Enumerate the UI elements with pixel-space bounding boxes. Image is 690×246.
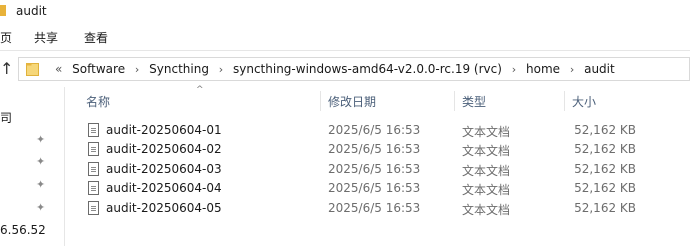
- ribbon-tabs: 页 共享 查看: [0, 22, 690, 50]
- column-divider[interactable]: [564, 91, 565, 111]
- file-date: 2025/6/5 16:53: [328, 123, 421, 137]
- chevron-right-icon[interactable]: ›: [213, 63, 229, 76]
- pin-icon: ✦: [36, 133, 46, 146]
- file-row[interactable]: audit-20250604-04 2025/6/5 16:53 文本文档 52…: [82, 179, 652, 198]
- text-file-icon: [88, 181, 99, 195]
- file-type: 文本文档: [462, 164, 511, 178]
- nav-item-label[interactable]: 6.56.52: [0, 223, 46, 237]
- breadcrumb-item[interactable]: home: [526, 62, 560, 76]
- file-size: 52,162 KB: [574, 123, 636, 137]
- pin-icon: ✦: [36, 178, 46, 191]
- file-date: 2025/6/5 16:53: [328, 201, 421, 215]
- file-date: 2025/6/5 16:53: [328, 142, 421, 156]
- file-list: 名称 ^ 修改日期 类型 大小 audit-20250604-01 2025/6…: [66, 85, 690, 246]
- breadcrumb-item[interactable]: Syncthing: [149, 62, 209, 76]
- text-file-icon: [88, 142, 99, 156]
- file-size: 52,162 KB: [574, 162, 636, 176]
- file-name: audit-20250604-04: [106, 181, 222, 195]
- column-header-name[interactable]: 名称: [86, 93, 110, 110]
- file-row[interactable]: audit-20250604-01 2025/6/5 16:53 文本文档 52…: [82, 121, 652, 140]
- file-type: 文本文档: [462, 203, 511, 217]
- text-file-icon: [88, 201, 99, 215]
- text-file-icon: [88, 123, 99, 137]
- breadcrumb-item[interactable]: syncthing-windows-amd64-v2.0.0-rc.19 (rv…: [233, 62, 502, 76]
- pin-icon: ✦: [36, 155, 46, 168]
- file-name: audit-20250604-01: [106, 123, 222, 137]
- column-divider[interactable]: [320, 91, 321, 111]
- address-bar-row: ↑ « Software › Syncthing › syncthing-win…: [0, 51, 690, 87]
- folder-icon: [0, 5, 6, 16]
- file-type: 文本文档: [462, 144, 511, 158]
- column-header-date[interactable]: 修改日期: [328, 93, 376, 110]
- tab-view[interactable]: 查看: [84, 29, 108, 46]
- file-type: 文本文档: [462, 183, 511, 197]
- window-title: audit: [16, 4, 47, 18]
- file-type: 文本文档: [462, 125, 511, 139]
- file-row[interactable]: audit-20250604-05 2025/6/5 16:53 文本文档 52…: [82, 199, 652, 218]
- column-header-size[interactable]: 大小: [572, 93, 596, 110]
- vertical-scrollbar[interactable]: [677, 87, 690, 246]
- file-size: 52,162 KB: [574, 201, 636, 215]
- up-arrow-icon[interactable]: ↑: [0, 59, 14, 79]
- folder-icon: [26, 63, 39, 76]
- column-header-type[interactable]: 类型: [462, 93, 486, 110]
- breadcrumb-item[interactable]: Software: [72, 62, 125, 76]
- sort-ascending-icon: ^: [196, 85, 204, 95]
- breadcrumb: « Software › Syncthing › syncthing-windo…: [55, 62, 615, 76]
- file-size: 52,162 KB: [574, 181, 636, 195]
- file-name: audit-20250604-05: [106, 201, 222, 215]
- file-size: 52,162 KB: [574, 142, 636, 156]
- file-row[interactable]: audit-20250604-03 2025/6/5 16:53 文本文档 52…: [82, 160, 652, 179]
- pin-icon: ✦: [36, 201, 46, 214]
- title-bar: audit: [0, 0, 690, 22]
- column-divider[interactable]: [454, 91, 455, 111]
- navigation-pane: 司 ✦ ✦ ✦ ✦ 6.56.52: [0, 87, 65, 246]
- address-bar[interactable]: « Software › Syncthing › syncthing-windo…: [18, 57, 690, 81]
- file-name: audit-20250604-02: [106, 142, 222, 156]
- file-name: audit-20250604-03: [106, 162, 222, 176]
- nav-item-label[interactable]: 司: [0, 109, 12, 126]
- text-file-icon: [88, 162, 99, 176]
- file-date: 2025/6/5 16:53: [328, 162, 421, 176]
- breadcrumb-overflow-icon[interactable]: «: [55, 62, 62, 76]
- tab-share[interactable]: 共享: [34, 29, 58, 46]
- tab-page[interactable]: 页: [0, 29, 12, 46]
- chevron-right-icon[interactable]: ›: [506, 63, 522, 76]
- file-date: 2025/6/5 16:53: [328, 181, 421, 195]
- chevron-right-icon[interactable]: ›: [129, 63, 145, 76]
- chevron-right-icon[interactable]: ›: [564, 63, 580, 76]
- breadcrumb-item[interactable]: audit: [584, 62, 615, 76]
- file-row[interactable]: audit-20250604-02 2025/6/5 16:53 文本文档 52…: [82, 140, 652, 159]
